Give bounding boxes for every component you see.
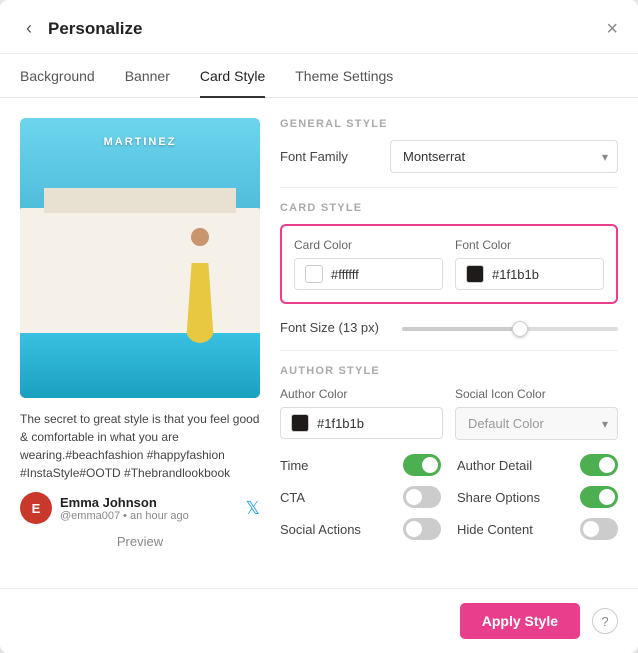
author-info: Emma Johnson @emma007 • an hour ago (60, 495, 189, 522)
scene-label: MARTINEZ (104, 136, 177, 148)
toggle-social-actions[interactable] (403, 518, 441, 540)
content-area: MARTINEZ The secret to great style is th… (0, 98, 638, 588)
toggle-cta-row: CTA (280, 486, 441, 508)
toggle-cta-label: CTA (280, 490, 305, 505)
toggle-grid: Time Author Detail C (280, 454, 618, 540)
font-size-label: Font Size (13 px) (280, 320, 390, 335)
toggle-author-detail-slider (580, 454, 618, 476)
toggle-author-detail-label: Author Detail (457, 458, 532, 473)
toggle-author-detail-row: Author Detail (457, 454, 618, 476)
toggle-hide-content-slider (580, 518, 618, 540)
figure-body (186, 263, 214, 343)
toggle-time-row: Time (280, 454, 441, 476)
twitter-icon: 𝕏 (245, 498, 260, 519)
close-button[interactable]: × (606, 19, 618, 39)
font-color-input[interactable]: #1f1b1b (455, 258, 604, 290)
font-family-select[interactable]: Montserrat Roboto Open Sans Lato Poppins (390, 140, 618, 173)
font-color-field: Font Color #1f1b1b (455, 238, 604, 290)
card-description: The secret to great style is that you fe… (20, 410, 260, 482)
card-style-section: Card Color #ffffff Font Color #1f1b1b (280, 224, 618, 304)
toggle-hide-content[interactable] (580, 518, 618, 540)
font-color-label: Font Color (455, 238, 604, 252)
toggle-social-actions-label: Social Actions (280, 522, 361, 537)
font-family-row: Font Family Montserrat Roboto Open Sans … (280, 140, 618, 173)
social-icon-label: Social Icon Color (455, 387, 618, 401)
left-panel: MARTINEZ The secret to great style is th… (20, 118, 260, 568)
tab-card-style[interactable]: Card Style (200, 54, 265, 98)
toggle-time-slider (403, 454, 441, 476)
card-color-swatch (305, 265, 323, 283)
font-color-value: #1f1b1b (492, 267, 539, 282)
avatar: E (20, 492, 52, 524)
card-color-label: Card Color (294, 238, 443, 252)
divider-2 (280, 350, 618, 351)
font-color-swatch (466, 265, 484, 283)
toggle-author-detail[interactable] (580, 454, 618, 476)
author-left: E Emma Johnson @emma007 • an hour ago (20, 492, 189, 524)
toggle-share-row: Share Options (457, 486, 618, 508)
modal-header: ‹ Personalize × (0, 0, 638, 54)
toggle-hide-content-row: Hide Content (457, 518, 618, 540)
back-button[interactable]: ‹ (20, 16, 38, 41)
social-icon-select-wrapper: Default Color Custom Color ▾ (455, 407, 618, 440)
toggle-social-actions-row: Social Actions (280, 518, 441, 540)
author-name: Emma Johnson (60, 495, 189, 510)
tab-banner[interactable]: Banner (125, 54, 170, 98)
card-style-label: CARD STYLE (280, 202, 618, 214)
font-size-row: Font Size (13 px) (280, 318, 618, 336)
figure-head (191, 228, 209, 246)
card-color-value: #ffffff (331, 267, 359, 282)
help-button[interactable]: ? (592, 608, 618, 634)
font-size-slider[interactable] (402, 327, 618, 331)
author-color-label: Author Color (280, 387, 443, 401)
preview-image: MARTINEZ (20, 118, 260, 398)
font-family-select-wrapper: Montserrat Roboto Open Sans Lato Poppins… (390, 140, 618, 173)
tab-background[interactable]: Background (20, 54, 95, 98)
author-color-value: #1f1b1b (317, 416, 364, 431)
toggle-cta[interactable] (403, 486, 441, 508)
header-left: ‹ Personalize (20, 16, 143, 41)
tab-theme-settings[interactable]: Theme Settings (295, 54, 393, 98)
personalize-modal: ‹ Personalize × Background Banner Card S… (0, 0, 638, 653)
social-icon-field: Social Icon Color Default Color Custom C… (455, 387, 618, 440)
toggle-time-label: Time (280, 458, 308, 473)
font-family-label: Font Family (280, 149, 380, 164)
card-color-input[interactable]: #ffffff (294, 258, 443, 290)
modal-footer: Apply Style ? (0, 588, 638, 653)
author-style-label: AUTHOR STYLE (280, 365, 618, 377)
color-row: Card Color #ffffff Font Color #1f1b1b (294, 238, 604, 290)
card-author: E Emma Johnson @emma007 • an hour ago 𝕏 (20, 492, 260, 524)
author-color-swatch (291, 414, 309, 432)
author-color-row: Author Color #1f1b1b Social Icon Color D… (280, 387, 618, 440)
card-color-field: Card Color #ffffff (294, 238, 443, 290)
preview-link[interactable]: Preview (20, 534, 260, 549)
author-color-field: Author Color #1f1b1b (280, 387, 443, 440)
toggle-hide-content-label: Hide Content (457, 522, 533, 537)
author-handle: @emma007 • an hour ago (60, 510, 189, 522)
social-icon-select[interactable]: Default Color Custom Color (455, 407, 618, 440)
toggle-time[interactable] (403, 454, 441, 476)
apply-style-button[interactable]: Apply Style (460, 603, 580, 639)
toggle-share-label: Share Options (457, 490, 540, 505)
scene-figure (170, 223, 230, 343)
font-size-slider-wrapper (402, 318, 618, 336)
divider-1 (280, 187, 618, 188)
modal-title: Personalize (48, 19, 143, 39)
general-style-label: GENERAL STYLE (280, 118, 618, 130)
toggle-share-slider (580, 486, 618, 508)
card-info: The secret to great style is that you fe… (20, 398, 260, 557)
toggle-cta-slider (403, 486, 441, 508)
right-panel: GENERAL STYLE Font Family Montserrat Rob… (280, 118, 618, 568)
toggle-social-actions-slider (403, 518, 441, 540)
toggle-share[interactable] (580, 486, 618, 508)
author-color-input[interactable]: #1f1b1b (280, 407, 443, 439)
author-style-section: AUTHOR STYLE Author Color #1f1b1b Social… (280, 365, 618, 540)
tabs-bar: Background Banner Card Style Theme Setti… (0, 54, 638, 98)
